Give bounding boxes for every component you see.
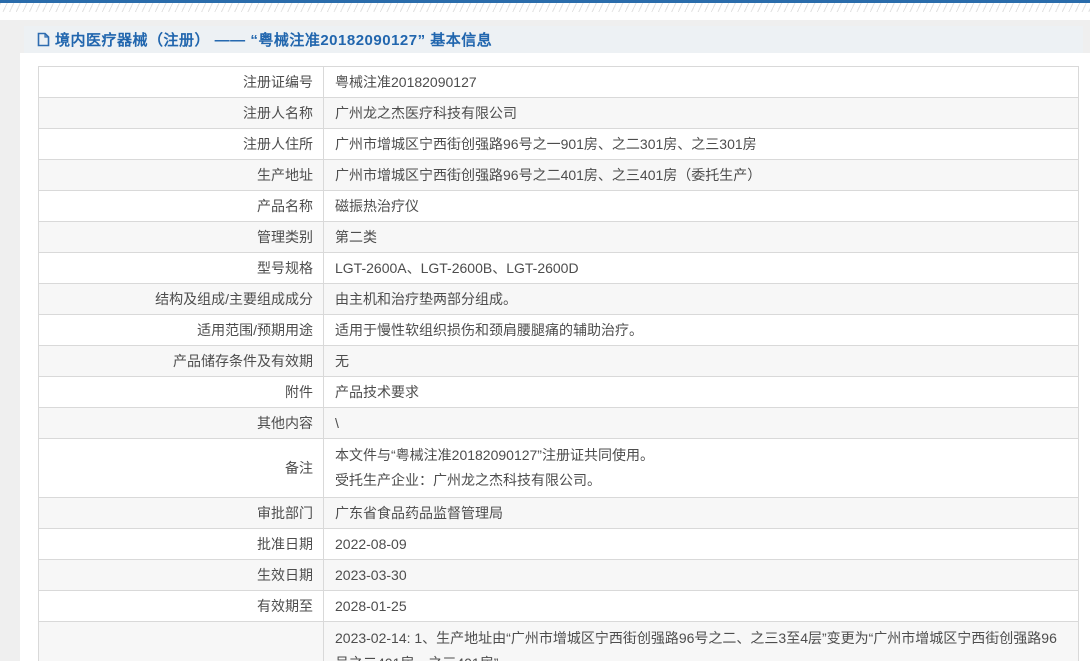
table-row: 有效期至 2028-01-25 <box>38 590 1079 622</box>
top-decorative-strip <box>0 0 1090 20</box>
table-row: 型号规格 LGT-2600A、LGT-2600B、LGT-2600D <box>38 252 1079 284</box>
registration-info-table: 注册证编号 粤械注准20182090127 注册人名称 广州龙之杰医疗科技有限公… <box>38 66 1079 661</box>
table-row: 注册人住所 广州市增城区宁西街创强路96号之一901房、之二301房、之三301… <box>38 128 1079 160</box>
row-value: 广州市增城区宁西街创强路96号之一901房、之二301房、之三301房 <box>323 128 1079 160</box>
row-value: 2023-03-30 <box>323 559 1079 591</box>
row-value: 产品技术要求 <box>323 376 1079 408</box>
row-label: 管理类别 <box>38 221 324 253</box>
table-row: 管理类别 第二类 <box>38 221 1079 253</box>
row-value: 由主机和治疗垫两部分组成。 <box>323 283 1079 315</box>
row-label: 其他内容 <box>38 407 324 439</box>
table-row: 其他内容 \ <box>38 407 1079 439</box>
row-label: 产品名称 <box>38 190 324 222</box>
row-value: 第二类 <box>323 221 1079 253</box>
table-row: 注册证编号 粤械注准20182090127 <box>38 66 1079 98</box>
table-row: 生效日期 2023-03-30 <box>38 559 1079 591</box>
row-value: 广州市增城区宁西街创强路96号之二401房、之三401房（委托生产） <box>323 159 1079 191</box>
row-label <box>38 621 324 661</box>
row-value: 广州龙之杰医疗科技有限公司 <box>323 97 1079 129</box>
section-header-bar: 境内医疗器械（注册） —— “粤械注准20182090127” 基本信息 <box>24 26 1083 53</box>
row-label: 备注 <box>38 438 324 498</box>
table-row: 结构及组成/主要组成成分 由主机和治疗垫两部分组成。 <box>38 283 1079 315</box>
table-row: 生产地址 广州市增城区宁西街创强路96号之二401房、之三401房（委托生产） <box>38 159 1079 191</box>
row-label: 注册人名称 <box>38 97 324 129</box>
row-label: 生效日期 <box>38 559 324 591</box>
row-value: 无 <box>323 345 1079 377</box>
document-icon <box>37 32 50 47</box>
row-label: 注册人住所 <box>38 128 324 160</box>
row-label: 生产地址 <box>38 159 324 191</box>
row-value: 2022-08-09 <box>323 528 1079 560</box>
table-row-change-record: 2023-02-14: 1、生产地址由“广州市增城区宁西街创强路96号之二、之三… <box>38 621 1079 661</box>
content-panel: 注册证编号 粤械注准20182090127 注册人名称 广州龙之杰医疗科技有限公… <box>20 53 1090 661</box>
row-label: 附件 <box>38 376 324 408</box>
table-row-remark: 备注 本文件与“粤械注准20182090127”注册证共同使用。 受托生产企业：… <box>38 438 1079 498</box>
row-value: 粤械注准20182090127 <box>323 66 1079 98</box>
row-value: 磁振热治疗仪 <box>323 190 1079 222</box>
row-label: 审批部门 <box>38 497 324 529</box>
table-row: 产品名称 磁振热治疗仪 <box>38 190 1079 222</box>
row-label: 型号规格 <box>38 252 324 284</box>
table-row: 审批部门 广东省食品药品监督管理局 <box>38 497 1079 529</box>
table-row: 批准日期 2022-08-09 <box>38 528 1079 560</box>
row-value: 广东省食品药品监督管理局 <box>323 497 1079 529</box>
row-value: 2028-01-25 <box>323 590 1079 622</box>
row-label: 产品储存条件及有效期 <box>38 345 324 377</box>
row-label: 适用范围/预期用途 <box>38 314 324 346</box>
page-title: 境内医疗器械（注册） —— “粤械注准20182090127” 基本信息 <box>55 32 493 49</box>
row-label: 批准日期 <box>38 528 324 560</box>
row-label: 结构及组成/主要组成成分 <box>38 283 324 315</box>
row-value: 2023-02-14: 1、生产地址由“广州市增城区宁西街创强路96号之二、之三… <box>323 621 1079 661</box>
row-label: 有效期至 <box>38 590 324 622</box>
table-row: 适用范围/预期用途 适用于慢性软组织损伤和颈肩腰腿痛的辅助治疗。 <box>38 314 1079 346</box>
row-value: LGT-2600A、LGT-2600B、LGT-2600D <box>323 252 1079 284</box>
table-row: 注册人名称 广州龙之杰医疗科技有限公司 <box>38 97 1079 129</box>
row-value: 本文件与“粤械注准20182090127”注册证共同使用。 受托生产企业：广州龙… <box>323 438 1079 498</box>
table-row: 附件 产品技术要求 <box>38 376 1079 408</box>
hatch-pattern-band <box>0 3 1090 12</box>
row-label: 注册证编号 <box>38 66 324 98</box>
table-row: 产品储存条件及有效期 无 <box>38 345 1079 377</box>
row-value: 适用于慢性软组织损伤和颈肩腰腿痛的辅助治疗。 <box>323 314 1079 346</box>
row-value: \ <box>323 407 1079 439</box>
